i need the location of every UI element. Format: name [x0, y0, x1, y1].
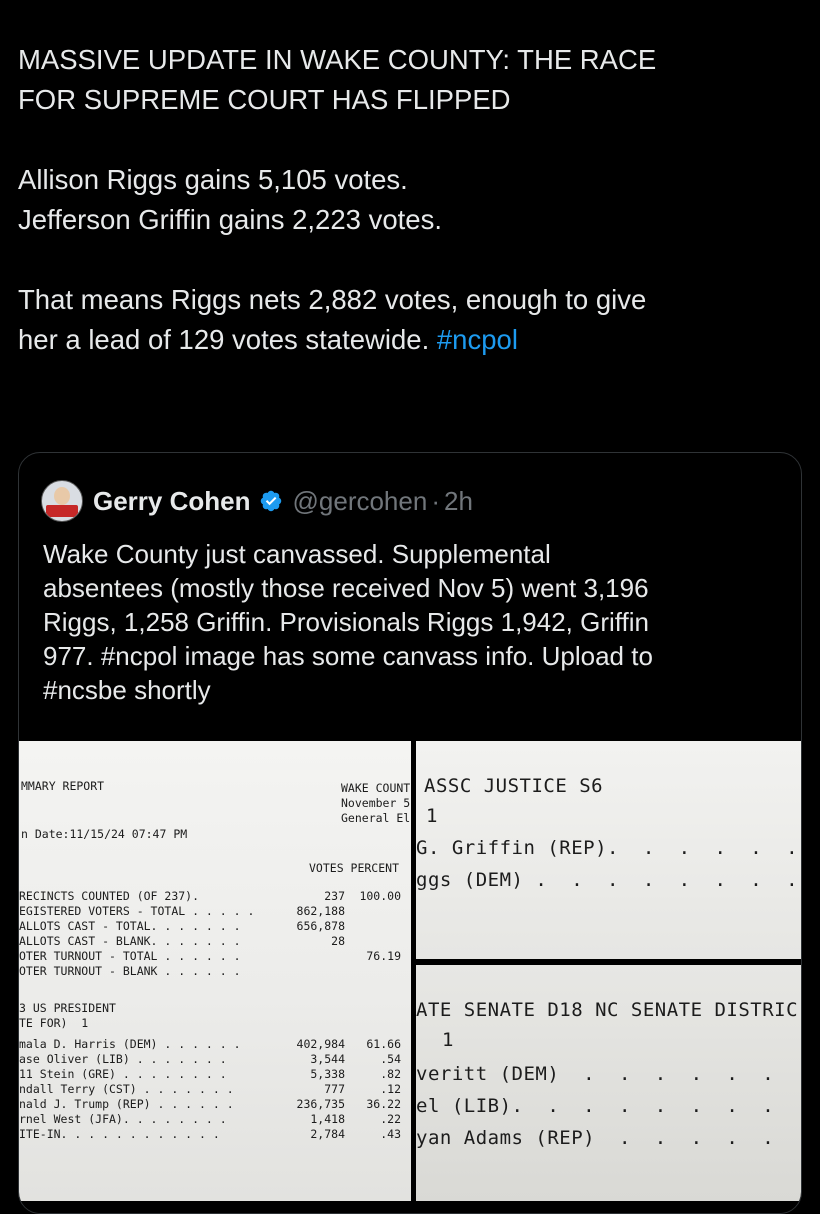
candidate-label: ndall Terry (CST) . . . . . . .: [19, 1082, 234, 1096]
candidate-pct: .22: [380, 1112, 401, 1126]
candidate-line: veritt (DEM) . . . . . . .: [416, 1063, 801, 1085]
candidate-pct: .82: [380, 1067, 401, 1081]
tweet-line: MASSIVE UPDATE IN WAKE COUNTY: THE RACE: [18, 44, 657, 75]
canvass-report-summary: MMARY REPORT WAKE COUNT November 5 Gener…: [19, 741, 411, 1201]
candidate-label: nald J. Trump (REP) . . . . . .: [19, 1097, 234, 1111]
tweet-line: Allison Riggs gains 5,105 votes.: [18, 164, 408, 195]
stat-label: ALLOTS CAST - TOTAL. . . . . . .: [19, 919, 241, 933]
candidate-pct: .12: [380, 1082, 401, 1096]
election-label: General El: [341, 811, 411, 825]
candidate-pct: 61.66: [366, 1037, 401, 1051]
candidate-label: ITE-IN. . . . . . . . . . . .: [19, 1127, 220, 1141]
quote-line: Wake County just canvassed. Supplemental: [43, 539, 551, 569]
tweet-line: Jefferson Griffin gains 2,223 votes.: [18, 204, 442, 235]
stat-label: OTER TURNOUT - BLANK . . . . . .: [19, 964, 241, 978]
tweet-line: That means Riggs nets 2,882 votes, enoug…: [18, 284, 647, 315]
race-title: ASSC JUSTICE S6: [424, 775, 604, 797]
candidate-pct: .43: [380, 1127, 401, 1141]
county-label: WAKE COUNT: [341, 781, 411, 795]
tweet-text: MASSIVE UPDATE IN WAKE COUNTY: THE RACE …: [18, 40, 808, 360]
candidate-pct: 36.22: [366, 1097, 401, 1111]
column-header: VOTES PERCENT: [309, 861, 400, 875]
candidate-votes: 1,418: [310, 1112, 345, 1126]
verified-badge-icon: [260, 490, 281, 512]
author-handle[interactable]: @gercohen: [293, 486, 428, 517]
race-vote-for: TE FOR) 1: [19, 1016, 89, 1030]
stat-votes: 28: [331, 934, 345, 948]
stat-pct: 76.19: [366, 949, 401, 963]
candidate-line: yan Adams (REP) . . . . . .: [416, 1127, 801, 1149]
author-name[interactable]: Gerry Cohen: [93, 486, 251, 517]
race-vote-for: 1: [442, 1029, 454, 1051]
canvass-report-justice: ASSC JUSTICE S6 1 G. Griffin (REP). . . …: [416, 741, 801, 959]
stat-label: ALLOTS CAST - BLANK. . . . . . .: [19, 934, 241, 948]
quote-line: Riggs, 1,258 Griffin. Provisionals Riggs…: [43, 607, 649, 637]
stat-votes: 656,878: [296, 919, 345, 933]
candidate-votes: 3,544: [310, 1052, 345, 1066]
quote-line: absentees (mostly those received Nov 5) …: [43, 573, 649, 603]
report-label: MMARY REPORT: [21, 779, 105, 793]
timestamp[interactable]: 2h: [444, 486, 473, 517]
candidate-pct: .54: [380, 1052, 401, 1066]
race-title: ATE SENATE D18 NC SENATE DISTRIC: [416, 999, 799, 1021]
hashtag-link[interactable]: #ncpol: [437, 324, 518, 355]
candidate-votes: 402,984: [296, 1037, 345, 1051]
tweet-line: her a lead of 129 votes statewide. #ncpo…: [18, 320, 808, 360]
stat-pct: 100.00: [359, 889, 401, 903]
stat-label: OTER TURNOUT - TOTAL . . . . . .: [19, 949, 241, 963]
candidate-line: ggs (DEM) . . . . . . . .: [416, 869, 799, 891]
stat-label: RECINCTS COUNTED (OF 237).: [19, 889, 200, 903]
candidate-label: 11 Stein (GRE) . . . . . . . .: [19, 1067, 227, 1081]
run-date: n Date:11/15/24 07:47 PM: [21, 827, 188, 841]
stat-votes: 862,188: [296, 904, 345, 918]
candidate-votes: 236,735: [296, 1097, 345, 1111]
attached-image[interactable]: MMARY REPORT WAKE COUNT November 5 Gener…: [19, 741, 801, 1213]
candidate-line: G. Griffin (REP). . . . . .: [416, 837, 799, 859]
canvass-report-senate: ATE SENATE D18 NC SENATE DISTRIC 1 verit…: [416, 965, 801, 1201]
separator-dot: ·: [431, 485, 440, 516]
tweet-line: FOR SUPREME COURT HAS FLIPPED: [18, 84, 511, 115]
date-label: November 5: [341, 796, 411, 810]
quote-line: 977. #ncpol image has some canvass info.…: [43, 641, 653, 671]
quoted-tweet-card[interactable]: Gerry Cohen @gercohen · 2h Wake County j…: [18, 452, 802, 1214]
stat-votes: 237: [324, 889, 345, 903]
candidate-line: el (LIB). . . . . . . . .: [416, 1095, 801, 1117]
candidate-votes: 5,338: [310, 1067, 345, 1081]
candidate-label: rnel West (JFA). . . . . . . .: [19, 1112, 227, 1126]
stat-label: EGISTERED VOTERS - TOTAL . . . . .: [19, 904, 255, 918]
quote-line: #ncsbe shortly: [43, 675, 211, 705]
candidate-votes: 777: [324, 1082, 345, 1096]
profile-avatar[interactable]: [41, 480, 83, 522]
race-vote-for: 1: [426, 805, 438, 827]
quoted-tweet-body: Wake County just canvassed. Supplemental…: [43, 537, 783, 707]
candidate-label: ase Oliver (LIB) . . . . . . .: [19, 1052, 227, 1066]
quoted-tweet-header: Gerry Cohen @gercohen · 2h: [41, 479, 473, 523]
tweet-line-text: her a lead of 129 votes statewide.: [18, 324, 430, 355]
candidate-votes: 2,784: [310, 1127, 345, 1141]
candidate-label: mala D. Harris (DEM) . . . . . .: [19, 1037, 241, 1051]
race-title: 3 US PRESIDENT: [19, 1001, 116, 1015]
